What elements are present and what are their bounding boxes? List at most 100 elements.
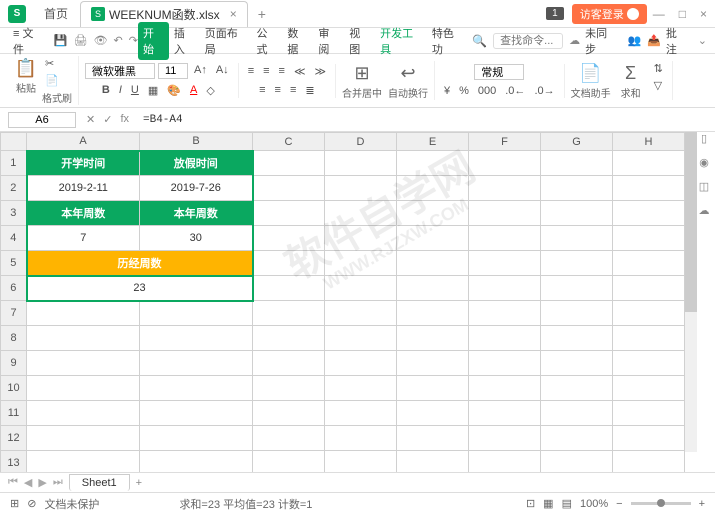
font-color-icon[interactable]: A [187, 83, 200, 98]
fill-color-icon[interactable]: 🎨 [164, 83, 184, 98]
row-header-1[interactable]: 1 [1, 151, 27, 176]
col-header-G[interactable]: G [541, 133, 613, 151]
row-header-9[interactable]: 9 [1, 351, 27, 376]
formula-input[interactable]: =B4-A4 [139, 112, 707, 128]
italic-icon[interactable]: I [116, 83, 125, 98]
vertical-scrollbar[interactable] [685, 132, 697, 452]
underline-icon[interactable]: U [128, 83, 142, 98]
cell-C1[interactable] [253, 151, 325, 176]
tab-insert[interactable]: 插入 [169, 22, 200, 60]
align-left-icon[interactable]: ≡ [256, 83, 268, 98]
sum-icon[interactable]: Σ [619, 61, 643, 85]
align-right-icon[interactable]: ≡ [287, 83, 299, 98]
increase-font-icon[interactable]: A↑ [191, 63, 210, 79]
row-header-2[interactable]: 2 [1, 176, 27, 201]
align-center-icon[interactable]: ≡ [272, 83, 284, 98]
row-header-12[interactable]: 12 [1, 426, 27, 451]
sort-icon[interactable]: ⇅ [651, 61, 666, 76]
dec-inc-icon[interactable]: .0← [502, 84, 528, 98]
view-page-icon[interactable]: ▦ [543, 497, 553, 510]
col-header-D[interactable]: D [325, 133, 397, 151]
redo-icon[interactable]: ↷ [129, 34, 138, 47]
expand-icon[interactable]: ⌄ [698, 34, 707, 47]
col-header-A[interactable]: A [27, 133, 140, 151]
font-name-combo[interactable] [85, 63, 155, 79]
cell-B4[interactable]: 30 [140, 226, 253, 251]
cell-B2[interactable]: 2019-7-26 [140, 176, 253, 201]
zoom-slider[interactable] [631, 502, 691, 505]
cell-A6B6-selected[interactable]: 23 [27, 276, 253, 301]
window-minimize-icon[interactable]: — [653, 7, 665, 21]
tab-review[interactable]: 审阅 [313, 22, 344, 60]
tab-page-layout[interactable]: 页面布局 [200, 22, 252, 60]
cell-B3[interactable]: 本年周数 [140, 201, 253, 226]
tab-special[interactable]: 特色功 [427, 22, 468, 60]
tab-add-icon[interactable]: + [258, 6, 266, 22]
name-box[interactable] [8, 112, 76, 128]
guest-login-button[interactable]: 访客登录 [572, 4, 647, 24]
tab-start[interactable]: 开始 [138, 22, 169, 60]
command-search-input[interactable] [493, 33, 563, 49]
window-close-icon[interactable]: × [700, 7, 707, 21]
share-icon[interactable]: 📤 [647, 34, 661, 47]
align-middle-icon[interactable]: ≡ [260, 64, 272, 79]
preview-icon[interactable]: 👁 [94, 34, 108, 47]
spreadsheet-grid[interactable]: A B C D E F G H 1 开学时间 放假时间 2 2019-2-11 … [0, 132, 685, 472]
copy-icon[interactable]: 📄 [42, 73, 72, 88]
tab-view[interactable]: 视图 [344, 22, 375, 60]
col-header-F[interactable]: F [469, 133, 541, 151]
paste-icon[interactable]: 📋 [14, 56, 38, 80]
tab-dev-tools[interactable]: 开发工具 [375, 22, 427, 60]
confirm-formula-icon[interactable]: ✓ [103, 113, 112, 126]
sheet-add-icon[interactable]: + [136, 477, 142, 489]
row-header-10[interactable]: 10 [1, 376, 27, 401]
row-header-11[interactable]: 11 [1, 401, 27, 426]
sheet-nav-next-icon[interactable]: ▶ [38, 476, 46, 489]
bold-icon[interactable]: B [99, 83, 113, 98]
format-painter-button[interactable]: 格式刷 [42, 90, 72, 105]
side-style-icon[interactable]: ◉ [697, 156, 711, 170]
input-mode-icon[interactable]: ⊞ [10, 497, 19, 510]
row-header-13[interactable]: 13 [1, 451, 27, 473]
cell-A3[interactable]: 本年周数 [27, 201, 140, 226]
select-all-corner[interactable] [1, 133, 27, 151]
side-analysis-icon[interactable]: ◫ [697, 180, 711, 194]
sheet-tab-sheet1[interactable]: Sheet1 [69, 474, 130, 491]
col-header-E[interactable]: E [397, 133, 469, 151]
border-icon[interactable]: ▦ [145, 83, 161, 98]
col-header-H[interactable]: H [613, 133, 685, 151]
tab-formula[interactable]: 公式 [252, 22, 283, 60]
file-menu[interactable]: ≡ 文件 [8, 22, 48, 60]
distribute-icon[interactable]: ≣ [302, 83, 317, 98]
side-backup-icon[interactable]: ☁ [697, 204, 711, 218]
indent-left-icon[interactable]: ≪ [291, 64, 309, 79]
view-normal-icon[interactable]: ⊡ [526, 497, 535, 510]
row-header-4[interactable]: 4 [1, 226, 27, 251]
dec-dec-icon[interactable]: .0→ [531, 84, 557, 98]
notification-badge[interactable]: 1 [546, 7, 564, 20]
cell-A4[interactable]: 7 [27, 226, 140, 251]
cancel-formula-icon[interactable]: ✕ [86, 113, 95, 126]
cell-B1[interactable]: 放假时间 [140, 151, 253, 176]
comma-icon[interactable]: 000 [475, 84, 499, 98]
comment-label[interactable]: 批注 [661, 22, 692, 60]
print-icon[interactable]: 🖨 [74, 34, 88, 47]
align-top-icon[interactable]: ≡ [245, 64, 257, 79]
row-header-7[interactable]: 7 [1, 301, 27, 326]
cell-A2[interactable]: 2019-2-11 [27, 176, 140, 201]
row-header-5[interactable]: 5 [1, 251, 27, 276]
filter-icon[interactable]: ▽ [651, 78, 666, 93]
percent-icon[interactable]: % [456, 84, 472, 98]
cut-icon[interactable]: ✂ [42, 56, 72, 71]
decrease-font-icon[interactable]: A↓ [213, 63, 232, 79]
row-header-3[interactable]: 3 [1, 201, 27, 226]
align-bottom-icon[interactable]: ≡ [276, 64, 288, 79]
auto-wrap-icon[interactable]: ↩ [396, 61, 420, 85]
sheet-nav-last-icon[interactable]: ⏭ [53, 476, 63, 489]
collab-icon[interactable]: 👥 [627, 34, 641, 47]
sync-label[interactable]: 未同步 [580, 22, 621, 60]
col-header-C[interactable]: C [253, 133, 325, 151]
tab-data[interactable]: 数据 [282, 22, 313, 60]
row-header-6[interactable]: 6 [1, 276, 27, 301]
number-format-combo[interactable] [474, 64, 524, 80]
